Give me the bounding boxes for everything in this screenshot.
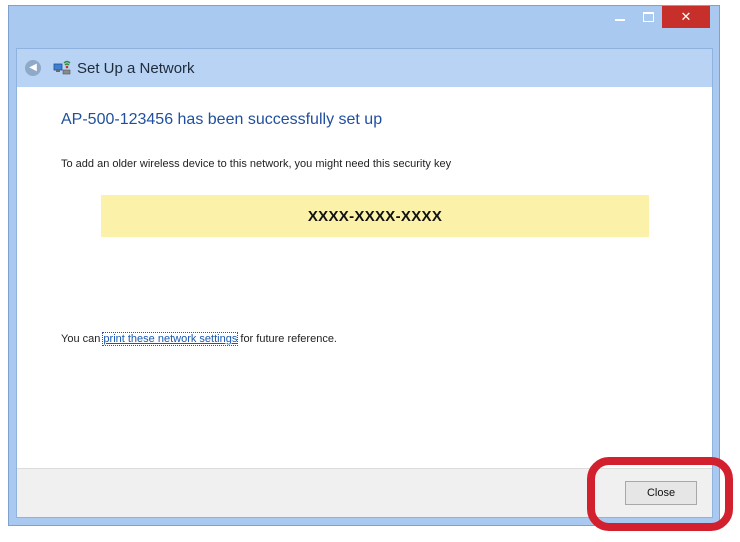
security-key-instruction: To add an older wireless device to this … [61, 158, 452, 170]
back-button[interactable]: ◀ [25, 60, 41, 76]
dialog-content: ◀ Set Up a Network AP-500-123456 has bee… [16, 48, 713, 518]
window-close-button[interactable]: ✕ [662, 6, 710, 28]
close-icon: ✕ [680, 9, 692, 24]
setup-network-window: ✕ ◀ Set Up a Network AP-500-123456 has b [8, 5, 720, 526]
print-settings-line: You can print these network settings for… [61, 332, 337, 346]
main-panel: AP-500-123456 has been successfully set … [17, 87, 712, 470]
title-bar: ✕ [9, 6, 719, 48]
print-network-settings-link[interactable]: print these network settings [102, 332, 239, 346]
maximize-button[interactable] [634, 6, 662, 28]
maximize-icon [642, 12, 654, 22]
dialog-header: ◀ Set Up a Network [17, 49, 712, 87]
print-suffix-text: for future reference. [237, 333, 337, 345]
close-button[interactable]: Close [625, 481, 697, 505]
network-setup-icon [53, 60, 71, 76]
security-key-box: XXXX-XXXX-XXXX [101, 195, 649, 237]
minimize-button[interactable] [606, 6, 634, 28]
print-prefix-text: You can [61, 333, 104, 345]
security-key-value: XXXX-XXXX-XXXX [307, 207, 443, 225]
dialog-footer: Close [17, 468, 712, 517]
success-heading: AP-500-123456 has been successfully set … [61, 111, 383, 128]
dialog-title: Set Up a Network [77, 59, 195, 77]
minimize-icon [615, 19, 625, 21]
back-arrow-icon: ◀ [29, 62, 37, 73]
